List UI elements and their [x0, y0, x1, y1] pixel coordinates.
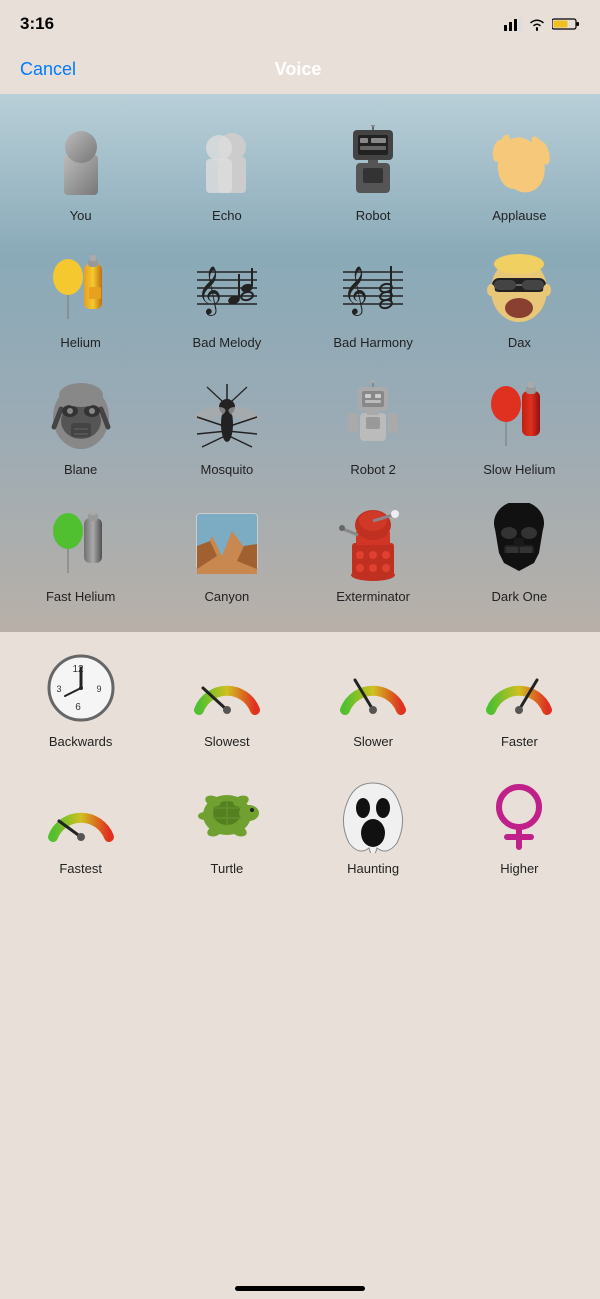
- faster-label: Faster: [501, 734, 538, 749]
- echo-icon: [187, 122, 267, 202]
- helium-label: Helium: [60, 335, 100, 350]
- you-label: You: [70, 208, 92, 223]
- voice-item-bad-harmony[interactable]: 𝄞 Bad Harmony: [303, 241, 444, 358]
- fast-helium-icon: [41, 503, 121, 583]
- voice-grid: You Echo: [0, 94, 600, 632]
- robot2-icon: [333, 376, 413, 456]
- fastest-icon: [41, 775, 121, 855]
- mosquito-label: Mosquito: [201, 462, 254, 477]
- haunting-label: Haunting: [347, 861, 399, 876]
- higher-icon: [479, 775, 559, 855]
- dax-label: Dax: [508, 335, 531, 350]
- voice-item-helium[interactable]: Helium: [10, 241, 151, 358]
- faster-icon: [479, 648, 559, 728]
- backwards-icon: 12 3 6 9: [41, 648, 121, 728]
- dark-one-icon: [479, 503, 559, 583]
- svg-text:9: 9: [96, 684, 101, 694]
- status-icons: [504, 17, 580, 31]
- voice-item-canyon[interactable]: Canyon: [156, 495, 297, 612]
- voice-item-haunting[interactable]: Haunting: [303, 767, 444, 884]
- mosquito-icon: [187, 376, 267, 456]
- bad-harmony-icon: 𝄞: [333, 249, 413, 329]
- robot2-label: Robot 2: [350, 462, 396, 477]
- voice-item-mosquito[interactable]: Mosquito: [156, 368, 297, 485]
- fastest-label: Fastest: [59, 861, 102, 876]
- status-bar: 3:16: [0, 0, 600, 44]
- blane-icon: [41, 376, 121, 456]
- higher-label: Higher: [500, 861, 538, 876]
- blane-label: Blane: [64, 462, 97, 477]
- signal-icon: [504, 17, 522, 31]
- cancel-button[interactable]: Cancel: [20, 59, 76, 80]
- slow-helium-label: Slow Helium: [483, 462, 555, 477]
- bad-melody-label: Bad Melody: [193, 335, 262, 350]
- bad-melody-icon: 𝄞: [187, 249, 267, 329]
- home-indicator: [235, 1286, 365, 1291]
- svg-text:6: 6: [75, 702, 81, 713]
- voice-item-slower[interactable]: Slower: [303, 640, 444, 757]
- voice-item-dark-one[interactable]: Dark One: [449, 495, 590, 612]
- voice-item-slowest[interactable]: Slowest: [156, 640, 297, 757]
- voice-item-fastest[interactable]: Fastest: [10, 767, 151, 884]
- voice-item-backwards[interactable]: 12 3 6 9 Backwards: [10, 640, 151, 757]
- voice-item-dax[interactable]: Dax: [449, 241, 590, 358]
- nav-title: Voice: [275, 59, 322, 80]
- turtle-label: Turtle: [211, 861, 244, 876]
- dark-one-label: Dark One: [492, 589, 548, 604]
- robot-label: Robot: [356, 208, 391, 223]
- speed-grid: 12 3 6 9 Backwards: [0, 632, 600, 904]
- svg-text:3: 3: [56, 684, 61, 694]
- robot-icon: [333, 122, 413, 202]
- slow-helium-icon: [479, 376, 559, 456]
- slowest-icon: [187, 648, 267, 728]
- turtle-icon: [187, 775, 267, 855]
- applause-icon: [479, 122, 559, 202]
- helium-icon: [41, 249, 121, 329]
- battery-icon: [552, 17, 580, 31]
- echo-label: Echo: [212, 208, 242, 223]
- voice-item-turtle[interactable]: Turtle: [156, 767, 297, 884]
- haunting-icon: [333, 775, 413, 855]
- voice-item-robot[interactable]: Robot: [303, 114, 444, 231]
- nav-bar: Cancel Voice: [0, 44, 600, 94]
- canyon-label: Canyon: [204, 589, 249, 604]
- voice-item-applause[interactable]: Applause: [449, 114, 590, 231]
- exterminator-icon: [333, 503, 413, 583]
- svg-text:𝄞: 𝄞: [197, 266, 222, 316]
- slower-icon: [333, 648, 413, 728]
- applause-label: Applause: [492, 208, 546, 223]
- status-time: 3:16: [20, 14, 54, 34]
- fast-helium-label: Fast Helium: [46, 589, 115, 604]
- dax-icon: [479, 249, 559, 329]
- wifi-icon: [528, 17, 546, 31]
- slower-label: Slower: [353, 734, 393, 749]
- you-icon: [41, 122, 121, 202]
- voice-item-bad-melody[interactable]: 𝄞 Bad Melody: [156, 241, 297, 358]
- canyon-icon: [187, 503, 267, 583]
- voice-item-fast-helium[interactable]: Fast Helium: [10, 495, 151, 612]
- voice-item-robot2[interactable]: Robot 2: [303, 368, 444, 485]
- voice-item-blane[interactable]: Blane: [10, 368, 151, 485]
- backwards-label: Backwards: [49, 734, 113, 749]
- voice-item-echo[interactable]: Echo: [156, 114, 297, 231]
- bad-harmony-label: Bad Harmony: [333, 335, 412, 350]
- voice-item-you[interactable]: You: [10, 114, 151, 231]
- exterminator-label: Exterminator: [336, 589, 410, 604]
- voice-item-higher[interactable]: Higher: [449, 767, 590, 884]
- voice-item-exterminator[interactable]: Exterminator: [303, 495, 444, 612]
- svg-text:𝄞: 𝄞: [343, 266, 368, 316]
- slowest-label: Slowest: [204, 734, 250, 749]
- voice-item-faster[interactable]: Faster: [449, 640, 590, 757]
- voice-item-slow-helium[interactable]: Slow Helium: [449, 368, 590, 485]
